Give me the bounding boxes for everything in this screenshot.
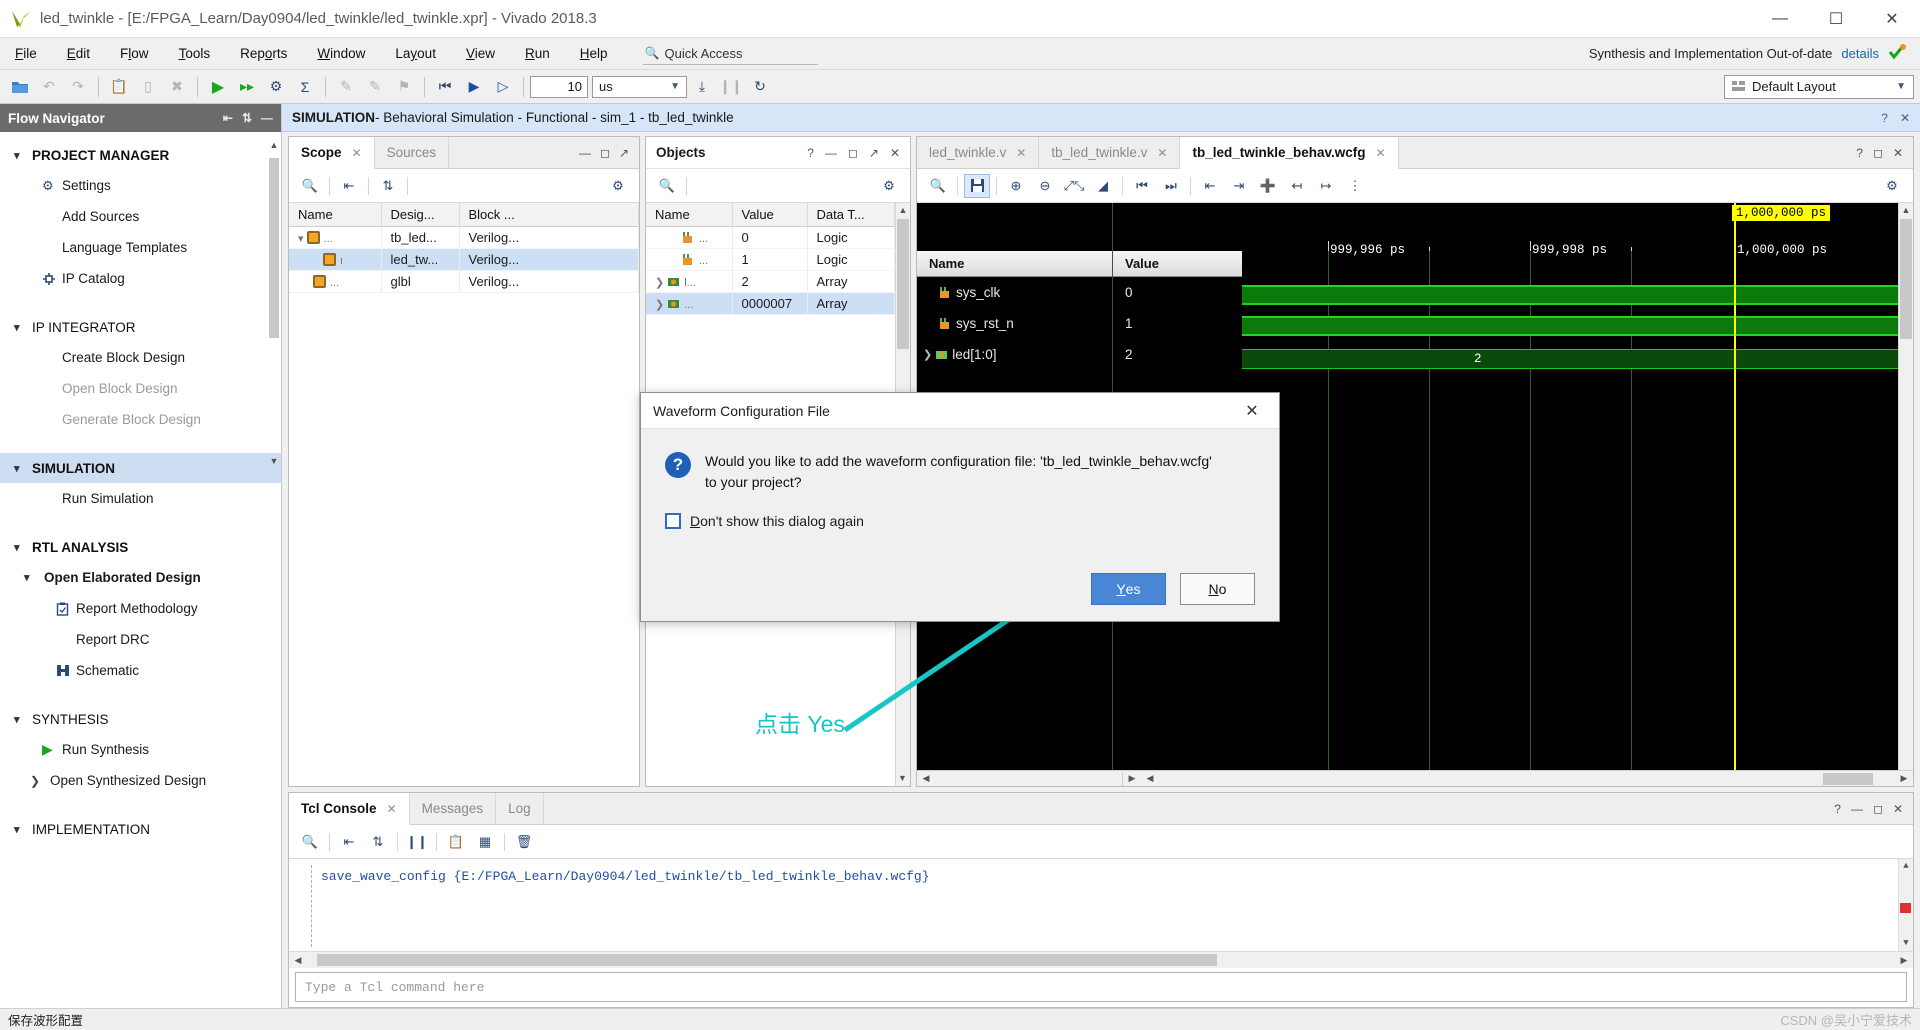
yes-button[interactable]: Yes	[1091, 573, 1166, 605]
no-button[interactable]: No	[1180, 573, 1255, 605]
dialog-message: Would you like to add the waveform confi…	[705, 451, 1212, 493]
dialog-message-line2: to your project?	[705, 472, 1212, 493]
dialog-title: Waveform Configuration File	[653, 403, 830, 419]
dialog-layer: 点击 Yes Waveform Configuration File ✕ ? W…	[0, 0, 1920, 1030]
dont-show-again-row[interactable]: Don't show this dialog again	[665, 513, 1255, 529]
dont-show-again-checkbox[interactable]	[665, 513, 681, 529]
close-icon[interactable]: ✕	[1237, 396, 1267, 426]
dialog-title-bar: Waveform Configuration File ✕	[641, 393, 1279, 429]
waveform-configuration-dialog: Waveform Configuration File ✕ ? Would yo…	[640, 392, 1280, 622]
question-icon: ?	[665, 452, 691, 478]
dialog-buttons: Yes No	[665, 573, 1255, 621]
annotation-text: 点击 Yes	[755, 705, 845, 739]
dialog-body: ? Would you like to add the waveform con…	[641, 429, 1279, 621]
dialog-message-line1: Would you like to add the waveform confi…	[705, 451, 1212, 472]
dont-show-again-label: Don't show this dialog again	[690, 513, 864, 529]
